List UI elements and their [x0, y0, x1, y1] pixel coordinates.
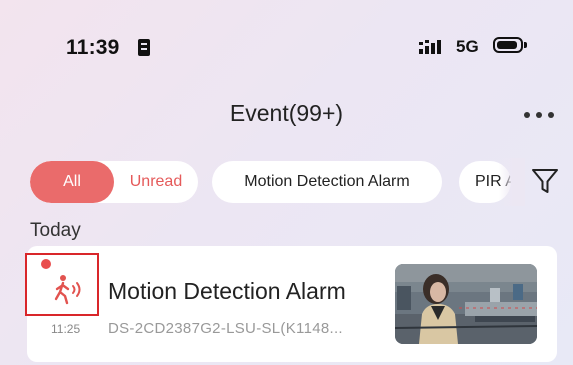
read-filter-toggle: All Unread — [30, 161, 198, 203]
event-device-name: DS-2CD2387G2-LSU-SL(K1148... — [108, 320, 343, 337]
signal-icon — [419, 40, 441, 54]
filter-funnel-icon[interactable] — [530, 166, 560, 196]
event-time: 11:25 — [51, 322, 81, 336]
event-title: Motion Detection Alarm — [108, 278, 346, 304]
chip-scroll-fade — [499, 158, 525, 206]
page-title: Event(99+) — [229, 100, 344, 126]
battery-icon — [493, 37, 523, 53]
status-time: 11:39 — [66, 36, 120, 59]
battery-tip — [524, 42, 527, 48]
filter-all-button[interactable]: All — [30, 161, 114, 203]
filter-unread-button[interactable]: Unread — [114, 161, 198, 203]
motion-person-icon — [54, 275, 81, 305]
more-dots-icon[interactable] — [524, 104, 554, 126]
sim-card-icon — [138, 39, 150, 56]
network-type: 5G — [456, 37, 479, 56]
section-header-today: Today — [30, 220, 81, 241]
unread-dot — [41, 259, 51, 269]
event-thumbnail[interactable] — [395, 264, 537, 344]
chip-motion-detection-alarm[interactable]: Motion Detection Alarm — [212, 161, 442, 203]
